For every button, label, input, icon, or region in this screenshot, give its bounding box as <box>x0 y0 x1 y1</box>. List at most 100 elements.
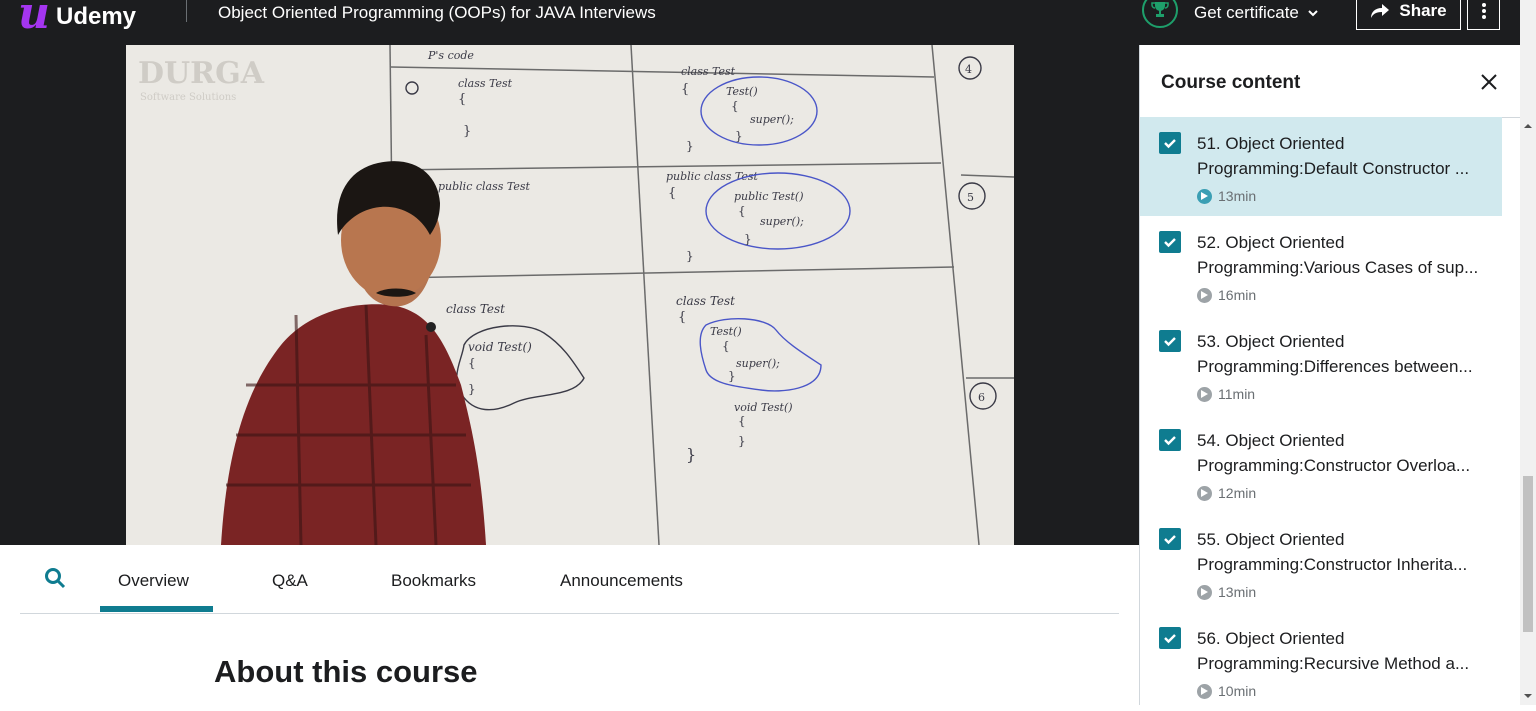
svg-text:super();: super(); <box>736 357 780 370</box>
svg-text:}: } <box>738 434 746 448</box>
checkbox-checked[interactable] <box>1159 132 1181 154</box>
lecture-duration-text: 13min <box>1218 584 1257 600</box>
lecture-title: 53. Object Oriented Programming:Differen… <box>1197 332 1473 376</box>
trophy-icon <box>1142 0 1178 28</box>
udemy-logo-text: Udemy <box>56 3 137 30</box>
check-icon <box>1164 337 1176 347</box>
play-icon <box>1197 188 1212 204</box>
play-icon <box>1197 584 1212 600</box>
svg-text:{: { <box>668 186 676 201</box>
sidebar-scrollbar[interactable] <box>1520 0 1536 705</box>
sidebar-header: Course content <box>1140 45 1520 118</box>
video-watermark: DURGA <box>138 56 265 91</box>
check-icon <box>1164 535 1176 545</box>
svg-text:void Test(): void Test() <box>734 401 793 414</box>
chevron-down-icon <box>1308 10 1318 17</box>
about-heading: About this course <box>214 654 478 689</box>
svg-text:void Test(): void Test() <box>468 340 532 354</box>
svg-text:5: 5 <box>967 191 974 204</box>
video-frame: P's code class Test { } class Test { Tes… <box>126 45 1014 545</box>
lecture-title: 55. Object Oriented Programming:Construc… <box>1197 530 1468 574</box>
more-options-button[interactable] <box>1467 0 1500 30</box>
lecture-duration: 13min <box>1197 188 1256 204</box>
video-watermark-sub: Software Solutions <box>140 92 236 103</box>
search-icon[interactable] <box>44 567 66 589</box>
lecture-item[interactable]: 52. Object Oriented Programming:Various … <box>1140 216 1502 315</box>
tab-qa[interactable]: Q&A <box>272 571 308 591</box>
svg-text:{: { <box>468 356 476 370</box>
checkbox-checked[interactable] <box>1159 627 1181 649</box>
svg-text:}: } <box>728 369 736 383</box>
lecture-title: 54. Object Oriented Programming:Construc… <box>1197 431 1471 475</box>
scrollbar-thumb[interactable] <box>1523 476 1533 632</box>
lecture-duration-text: 11min <box>1218 386 1256 402</box>
lecture-duration-text: 13min <box>1218 188 1257 204</box>
lecture-item[interactable]: 51. Object Oriented Programming:Default … <box>1140 117 1502 216</box>
svg-text:{: { <box>458 92 466 107</box>
svg-text:class Test: class Test <box>458 77 513 90</box>
checkbox-checked[interactable] <box>1159 330 1181 352</box>
svg-text:}: } <box>468 382 476 396</box>
svg-text:}: } <box>744 232 752 246</box>
course-tabs: Overview Q&A Bookmarks Announcements <box>20 545 1119 614</box>
top-bar: u Udemy Object Oriented Programming (OOP… <box>0 0 1536 45</box>
check-icon <box>1164 238 1176 248</box>
svg-text:}: } <box>735 129 743 143</box>
tab-announcements[interactable]: Announcements <box>560 571 683 591</box>
checkbox-checked[interactable] <box>1159 429 1181 451</box>
svg-text:{: { <box>678 310 686 325</box>
lecture-item[interactable]: 53. Object Oriented Programming:Differen… <box>1140 315 1502 414</box>
lecture-duration: 16min <box>1197 287 1256 303</box>
svg-text:Test(): Test() <box>726 85 758 98</box>
svg-text:public Test(): public Test() <box>734 190 804 203</box>
scroll-up-arrow-icon[interactable] <box>1524 122 1532 130</box>
play-icon <box>1197 287 1212 303</box>
lecture-item[interactable]: 56. Object Oriented Programming:Recursiv… <box>1140 612 1502 711</box>
svg-text:{: { <box>738 204 746 218</box>
svg-text:public class Test: public class Test <box>438 180 531 193</box>
course-title[interactable]: Object Oriented Programming (OOPs) for J… <box>218 3 656 23</box>
lecture-title: 52. Object Oriented Programming:Various … <box>1197 233 1479 277</box>
svg-text:{: { <box>731 99 739 113</box>
udemy-logo-mark: u <box>18 0 50 39</box>
svg-text:super();: super(); <box>750 113 794 126</box>
lecture-duration: 10min <box>1197 683 1256 699</box>
active-tab-indicator <box>100 606 213 612</box>
play-icon <box>1197 485 1212 501</box>
close-icon[interactable] <box>1480 73 1498 91</box>
svg-text:}: } <box>686 139 694 153</box>
svg-text:class Test: class Test <box>676 294 735 308</box>
video-player-area: P's code class Test { } class Test { Tes… <box>0 45 1139 545</box>
svg-text:Test(): Test() <box>710 325 742 338</box>
lecture-item[interactable]: 55. Object Oriented Programming:Construc… <box>1140 513 1502 612</box>
svg-text:P's code: P's code <box>427 49 474 62</box>
svg-text:6: 6 <box>978 391 985 404</box>
tab-bookmarks[interactable]: Bookmarks <box>391 571 476 591</box>
svg-text:4: 4 <box>965 63 972 76</box>
checkbox-checked[interactable] <box>1159 231 1181 253</box>
get-certificate-label: Get certificate <box>1194 3 1299 22</box>
vertical-dots-icon <box>1481 3 1486 19</box>
get-certificate-button[interactable]: Get certificate <box>1142 0 1319 28</box>
lecture-duration: 11min <box>1197 386 1255 402</box>
check-icon <box>1164 634 1176 644</box>
udemy-logo[interactable]: u Udemy <box>18 0 136 36</box>
play-icon <box>1197 683 1212 699</box>
lecture-title: 51. Object Oriented Programming:Default … <box>1197 134 1470 178</box>
svg-text:}: } <box>463 124 471 139</box>
lecture-duration-text: 16min <box>1218 287 1257 303</box>
checkbox-checked[interactable] <box>1159 528 1181 550</box>
svg-text:}: } <box>686 249 694 263</box>
share-label: Share <box>1399 1 1447 20</box>
lecture-item[interactable]: 54. Object Oriented Programming:Construc… <box>1140 414 1502 513</box>
scroll-down-arrow-icon[interactable] <box>1524 692 1532 700</box>
svg-text:class Test: class Test <box>446 302 505 316</box>
svg-text:}: } <box>686 445 696 464</box>
share-icon <box>1371 4 1390 18</box>
svg-text:{: { <box>738 414 746 428</box>
tab-overview[interactable]: Overview <box>118 571 189 591</box>
lecture-video[interactable]: P's code class Test { } class Test { Tes… <box>126 45 1014 545</box>
lecture-duration-text: 12min <box>1218 485 1257 501</box>
svg-text:{: { <box>722 339 730 353</box>
share-button[interactable]: Share <box>1356 0 1461 30</box>
